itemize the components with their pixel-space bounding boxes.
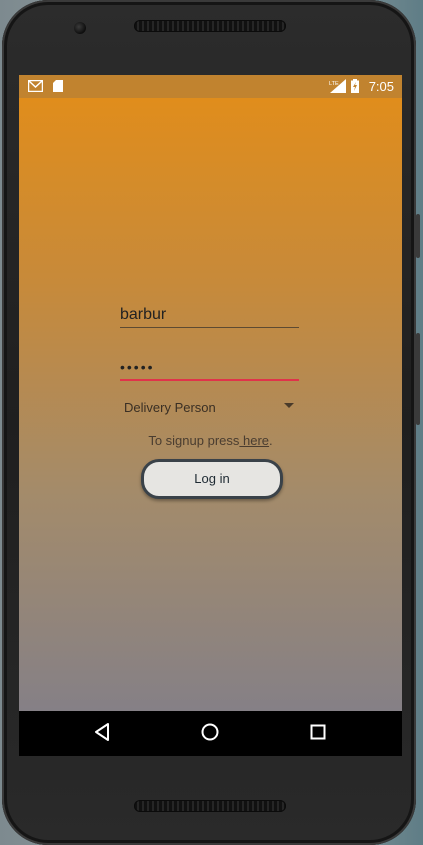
- side-button[interactable]: [416, 333, 420, 425]
- role-selected-value: Delivery Person: [124, 400, 216, 415]
- side-button[interactable]: [416, 214, 420, 258]
- role-dropdown[interactable]: Delivery Person: [124, 398, 294, 418]
- gmail-icon: [28, 80, 43, 92]
- login-button[interactable]: Log in: [141, 459, 283, 499]
- lte-signal-icon: LTE: [329, 79, 346, 93]
- screen: LTE 7:05 Delivery Person To signup press…: [19, 75, 402, 756]
- username-input[interactable]: [120, 303, 299, 328]
- home-icon[interactable]: [201, 723, 219, 741]
- recents-icon[interactable]: [310, 724, 326, 740]
- signup-prompt: To signup press here.: [19, 433, 402, 448]
- sd-card-icon: [53, 80, 63, 92]
- login-screen: Delivery Person To signup press here. Lo…: [19, 98, 402, 711]
- front-camera: [74, 22, 86, 34]
- earpiece-speaker: [134, 20, 286, 32]
- password-input[interactable]: [120, 355, 299, 381]
- navigation-bar: [19, 711, 402, 756]
- bottom-speaker: [134, 800, 286, 812]
- signup-prefix: To signup press: [148, 433, 240, 448]
- back-icon[interactable]: [94, 723, 110, 741]
- dropdown-arrow-icon: [284, 403, 294, 408]
- clock: 7:05: [368, 79, 394, 94]
- phone-frame: LTE 7:05 Delivery Person To signup press…: [2, 0, 416, 845]
- status-bar: LTE 7:05: [19, 75, 402, 98]
- svg-text:LTE: LTE: [329, 81, 339, 87]
- signup-link[interactable]: here: [239, 433, 269, 448]
- battery-charging-icon: [351, 79, 359, 93]
- signup-suffix: .: [269, 433, 273, 448]
